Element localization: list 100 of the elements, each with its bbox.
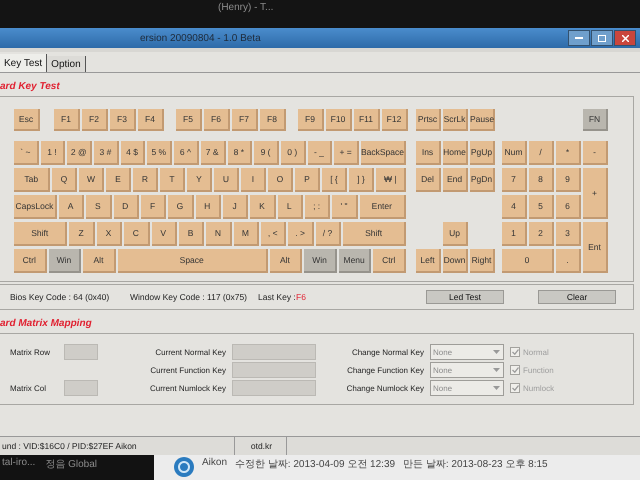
keyboard-key[interactable]: 0 ): [280, 141, 306, 165]
keyboard-key[interactable]: ' ": [332, 195, 358, 219]
input-field[interactable]: [232, 344, 316, 360]
keyboard-key[interactable]: F7: [232, 109, 258, 131]
action-button[interactable]: Clear: [538, 290, 616, 304]
input-field[interactable]: [232, 380, 316, 396]
keyboard-key[interactable]: F8: [260, 109, 286, 131]
keyboard-key[interactable]: ₩ |: [376, 168, 406, 192]
keyboard-key[interactable]: T: [160, 168, 186, 192]
keyboard-key[interactable]: D: [114, 195, 139, 219]
keyboard-key[interactable]: 1 !: [40, 141, 66, 165]
keyboard-key[interactable]: + =: [334, 141, 359, 165]
keyboard-key[interactable]: Shift: [14, 222, 68, 246]
keyboard-key[interactable]: 9 (: [254, 141, 279, 165]
keyboard-key[interactable]: 7 &: [200, 141, 226, 165]
checkbox[interactable]: [510, 347, 520, 357]
minimize-button[interactable]: [568, 30, 590, 46]
keyboard-key[interactable]: F9: [298, 109, 324, 131]
input-field[interactable]: [64, 344, 98, 360]
keyboard-key[interactable]: N: [206, 222, 232, 246]
keyboard-key[interactable]: X: [96, 222, 122, 246]
keyboard-key[interactable]: 6 ^: [174, 141, 199, 165]
keyboard-key[interactable]: ScrLk: [443, 109, 468, 131]
keyboard-key[interactable]: PgUp: [470, 141, 495, 165]
keyboard-key[interactable]: Prtsc: [416, 109, 441, 131]
keyboard-key[interactable]: -: [583, 141, 608, 165]
keyboard-key[interactable]: Alt: [83, 249, 116, 273]
keyboard-key[interactable]: Pause: [470, 109, 495, 131]
keyboard-key[interactable]: .: [556, 249, 581, 273]
keyboard-key[interactable]: Y: [187, 168, 212, 192]
taskbar-item[interactable]: tal-iro...: [2, 457, 36, 480]
keyboard-key[interactable]: 1: [502, 222, 527, 246]
keyboard-key[interactable]: E: [106, 168, 132, 192]
keyboard-key[interactable]: BackSpace: [360, 141, 406, 165]
keyboard-key[interactable]: PgDn: [470, 168, 495, 192]
keyboard-key[interactable]: Del: [416, 168, 441, 192]
checkbox[interactable]: [510, 383, 520, 393]
keyboard-key[interactable]: Space: [118, 249, 268, 273]
keyboard-key[interactable]: Menu: [338, 249, 372, 273]
keyboard-key[interactable]: Z: [69, 222, 95, 246]
keyboard-key[interactable]: , <: [261, 222, 286, 246]
keyboard-key[interactable]: I: [241, 168, 266, 192]
keyboard-key[interactable]: L: [278, 195, 303, 219]
action-button[interactable]: Led Test: [426, 290, 504, 304]
keyboard-key[interactable]: Ins: [416, 141, 441, 165]
keyboard-key[interactable]: Up: [443, 222, 468, 246]
keyboard-key[interactable]: [ {: [322, 168, 348, 192]
input-field[interactable]: [232, 362, 316, 378]
keyboard-key[interactable]: Ctrl: [14, 249, 47, 273]
keyboard-key[interactable]: /: [529, 141, 554, 165]
keyboard-key[interactable]: Right: [470, 249, 495, 273]
keyboard-key[interactable]: F5: [176, 109, 202, 131]
keyboard-key[interactable]: 3: [556, 222, 581, 246]
keyboard-key[interactable]: . >: [288, 222, 314, 246]
keyboard-key[interactable]: Win: [304, 249, 337, 273]
keyboard-key[interactable]: O: [268, 168, 294, 192]
keyboard-key[interactable]: ; :: [304, 195, 330, 219]
checkbox[interactable]: [510, 365, 520, 375]
keyboard-key[interactable]: / ?: [316, 222, 342, 246]
keyboard-key[interactable]: Enter: [360, 195, 406, 219]
keyboard-key[interactable]: Alt: [270, 249, 302, 273]
keyboard-key[interactable]: 5 %: [147, 141, 172, 165]
tab[interactable]: Option: [47, 56, 86, 72]
keyboard-key[interactable]: F6: [204, 109, 230, 131]
keyboard-key[interactable]: P: [295, 168, 320, 192]
keyboard-key[interactable]: H: [196, 195, 221, 219]
keyboard-key[interactable]: 8 *: [228, 141, 252, 165]
keyboard-key[interactable]: Esc: [14, 109, 40, 131]
keyboard-key[interactable]: ] }: [349, 168, 374, 192]
keyboard-key[interactable]: 6: [556, 195, 581, 219]
tab[interactable]: Key Test: [0, 54, 48, 72]
keyboard-key[interactable]: G: [168, 195, 194, 219]
keyboard-key[interactable]: Win: [48, 249, 82, 273]
keyboard-key[interactable]: F11: [354, 109, 380, 131]
keyboard-key[interactable]: F12: [382, 109, 408, 131]
keyboard-key[interactable]: U: [214, 168, 240, 192]
keyboard-key[interactable]: F10: [326, 109, 352, 131]
keyboard-key[interactable]: F: [140, 195, 166, 219]
keyboard-key[interactable]: +: [583, 168, 608, 219]
keyboard-key[interactable]: Q: [52, 168, 78, 192]
keyboard-key[interactable]: Shift: [343, 222, 406, 246]
keyboard-key[interactable]: 4 $: [120, 141, 146, 165]
keyboard-key[interactable]: 3 #: [94, 141, 119, 165]
keyboard-key[interactable]: CapsLock: [14, 195, 57, 219]
keyboard-key[interactable]: Tab: [14, 168, 50, 192]
keyboard-key[interactable]: 0: [502, 249, 554, 273]
keyboard-key[interactable]: 2: [529, 222, 554, 246]
keyboard-key[interactable]: FN: [583, 109, 608, 131]
keyboard-key[interactable]: F2: [82, 109, 108, 131]
keyboard-key[interactable]: 5: [529, 195, 554, 219]
keyboard-key[interactable]: Ctrl: [373, 249, 406, 273]
keyboard-key[interactable]: - _: [308, 141, 332, 165]
keyboard-key[interactable]: Home: [443, 141, 468, 165]
keyboard-key[interactable]: Num: [502, 141, 527, 165]
keyboard-key[interactable]: C: [124, 222, 150, 246]
keyboard-key[interactable]: A: [58, 195, 84, 219]
keyboard-key[interactable]: 7: [502, 168, 527, 192]
keyboard-key[interactable]: Down: [443, 249, 468, 273]
keyboard-key[interactable]: 2 @: [67, 141, 92, 165]
keyboard-key[interactable]: End: [443, 168, 468, 192]
